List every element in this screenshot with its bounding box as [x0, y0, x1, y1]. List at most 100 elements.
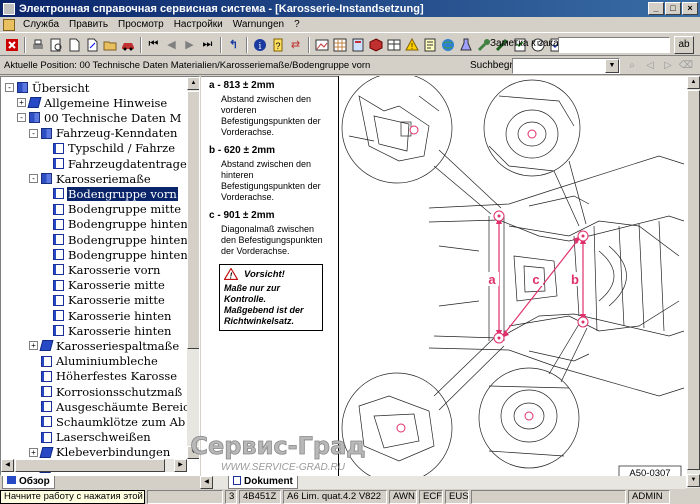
- tree-item[interactable]: Schaumklötze zum Ab: [29, 414, 186, 429]
- tree-vertical-scrollbar[interactable]: ▲ ▼: [187, 77, 199, 459]
- tree-item[interactable]: Bodengruppe hinten: [41, 247, 189, 262]
- expand-icon[interactable]: +: [29, 447, 38, 457]
- chevron-down-icon[interactable]: ▼: [605, 59, 619, 73]
- collapse-icon[interactable]: -: [17, 113, 26, 123]
- tree-item[interactable]: + Klebeverbindungen: [29, 445, 171, 460]
- minimize-button[interactable]: _: [648, 2, 664, 15]
- doc-icon[interactable]: [3, 18, 15, 31]
- menu-warnings[interactable]: Warnungen: [228, 19, 289, 30]
- tree-item-label: Bodengruppe hinten: [68, 217, 188, 232]
- tree-item[interactable]: - Übersicht: [5, 80, 90, 95]
- warning-icon[interactable]: !: [403, 36, 420, 53]
- expand-icon[interactable]: +: [17, 98, 26, 108]
- collapse-icon[interactable]: -: [29, 128, 38, 138]
- drawing-scroll-thumb[interactable]: [687, 90, 700, 470]
- drawing-scroll-up-icon[interactable]: ▲: [687, 76, 700, 89]
- tree-item[interactable]: Aluminiumbleche: [29, 354, 159, 369]
- tree-item-label: Fahrzeug-Kenndaten: [56, 126, 178, 141]
- edit-doc-icon[interactable]: [83, 36, 100, 53]
- tree-item[interactable]: Karosserie vorn: [41, 262, 161, 277]
- tree-item-label: Schaumklötze zum Ab: [56, 414, 186, 429]
- tree-item[interactable]: Bodengruppe mitte: [41, 202, 182, 217]
- scroll-left-icon[interactable]: ◀: [1, 459, 14, 472]
- exit-icon[interactable]: [3, 36, 20, 53]
- order-note-button[interactable]: ab: [674, 36, 694, 54]
- menu-view[interactable]: Просмотр: [113, 19, 169, 30]
- grid-icon[interactable]: [331, 36, 348, 53]
- tree-item[interactable]: - Fahrzeug-Kenndaten: [29, 126, 178, 141]
- collapse-icon[interactable]: -: [29, 174, 38, 184]
- search-prev-icon[interactable]: ◁: [642, 58, 658, 74]
- tree-item-label: Aluminiumbleche: [56, 354, 158, 369]
- tree-item-label: Karosserie hinten: [68, 323, 172, 338]
- order-note-field[interactable]: [558, 37, 670, 53]
- table-icon[interactable]: [385, 36, 402, 53]
- print-icon[interactable]: [29, 36, 46, 53]
- search-find-icon[interactable]: ⌕: [624, 58, 640, 74]
- car-icon[interactable]: [119, 36, 136, 53]
- tab-document[interactable]: Dokument: [228, 476, 298, 489]
- scroll-down-icon[interactable]: ▼: [187, 446, 199, 459]
- tree-item[interactable]: Karosserie mitte: [41, 278, 166, 293]
- tree-item[interactable]: - Karosseriemaße: [29, 171, 152, 186]
- tree-scroll-thumb[interactable]: [187, 91, 199, 349]
- swap-icon[interactable]: ⇄: [287, 36, 304, 53]
- doc-scroll-left-icon[interactable]: ◀: [200, 476, 213, 489]
- chassis-drawing[interactable]: a c b A50-0307: [339, 76, 689, 488]
- folder-icon[interactable]: [101, 36, 118, 53]
- search-clear-icon[interactable]: ⌫: [678, 58, 694, 74]
- tree-item[interactable]: Höherfestes Karosse: [29, 369, 178, 384]
- tree-item[interactable]: Karosserie hinten: [41, 323, 172, 338]
- drawing-scroll-down-icon[interactable]: ▼: [687, 474, 700, 487]
- doc-icon: [53, 158, 64, 169]
- drawing-vertical-scrollbar[interactable]: ▲ ▼: [687, 76, 700, 488]
- title-bar[interactable]: Электронная справочная сервисная система…: [0, 0, 700, 17]
- tree-item[interactable]: Karosserie mitte: [41, 293, 166, 308]
- globe-icon[interactable]: [439, 36, 456, 53]
- tree-item[interactable]: Fahrzeugdatentrage: [41, 156, 188, 171]
- app-icon[interactable]: [3, 2, 15, 15]
- tree-item[interactable]: Typschild / Fahrze: [41, 141, 176, 156]
- up-level-icon[interactable]: ↰: [225, 36, 242, 53]
- svg-text:?: ?: [275, 41, 280, 51]
- tree-item[interactable]: Bodengruppe vorn: [41, 186, 178, 201]
- image-icon[interactable]: [313, 36, 330, 53]
- cube-icon[interactable]: [367, 36, 384, 53]
- close-button[interactable]: ×: [682, 2, 698, 15]
- tree-hscroll-thumb[interactable]: [15, 459, 165, 472]
- preview-icon[interactable]: [47, 36, 64, 53]
- expand-icon[interactable]: +: [29, 341, 38, 351]
- menu-edit[interactable]: Править: [64, 19, 113, 30]
- tree-item[interactable]: Ausgeschäumte Bereic: [29, 399, 190, 414]
- tree-item[interactable]: - 00 Technische Daten M: [17, 110, 182, 125]
- help-icon[interactable]: ?: [269, 36, 286, 53]
- tree-item[interactable]: Karosserie hinten: [41, 308, 172, 323]
- last-page-icon[interactable]: ⏭: [199, 36, 216, 53]
- tree-item[interactable]: Laserschweißen: [29, 430, 152, 445]
- maximize-button[interactable]: □: [665, 2, 681, 15]
- tab-overview[interactable]: Обзор: [2, 476, 55, 489]
- search-next-icon[interactable]: ▷: [660, 58, 676, 74]
- tree-horizontal-scrollbar[interactable]: ◀ ▶: [1, 459, 187, 472]
- menu-settings[interactable]: Настройки: [169, 19, 228, 30]
- scroll-up-icon[interactable]: ▲: [187, 77, 199, 90]
- flask-icon[interactable]: [457, 36, 474, 53]
- tree-item[interactable]: Bodengruppe hinten: [41, 232, 189, 247]
- info-icon[interactable]: i: [251, 36, 268, 53]
- next-page-icon[interactable]: ▶: [181, 36, 198, 53]
- tree-item-label: Karosserie mitte: [68, 278, 165, 293]
- tree-item[interactable]: Bodengruppe hinten: [41, 217, 189, 232]
- menu-help[interactable]: ?: [289, 19, 305, 30]
- new-doc-icon[interactable]: [65, 36, 82, 53]
- notes-icon[interactable]: [421, 36, 438, 53]
- tree-item[interactable]: Korrosionsschutzmaß: [29, 384, 183, 399]
- bookmark-icon[interactable]: [349, 36, 366, 53]
- collapse-icon[interactable]: -: [5, 83, 14, 92]
- tree-item[interactable]: + Karosseriespaltmaße: [29, 338, 180, 353]
- first-page-icon[interactable]: ⏮: [145, 36, 162, 53]
- scroll-right-icon[interactable]: ▶: [174, 459, 187, 472]
- tree-item[interactable]: + Allgemeine Hinweise: [17, 95, 168, 110]
- menu-service[interactable]: Служба: [18, 19, 64, 30]
- prev-page-icon[interactable]: ◀: [163, 36, 180, 53]
- search-combobox[interactable]: ▼: [512, 58, 620, 74]
